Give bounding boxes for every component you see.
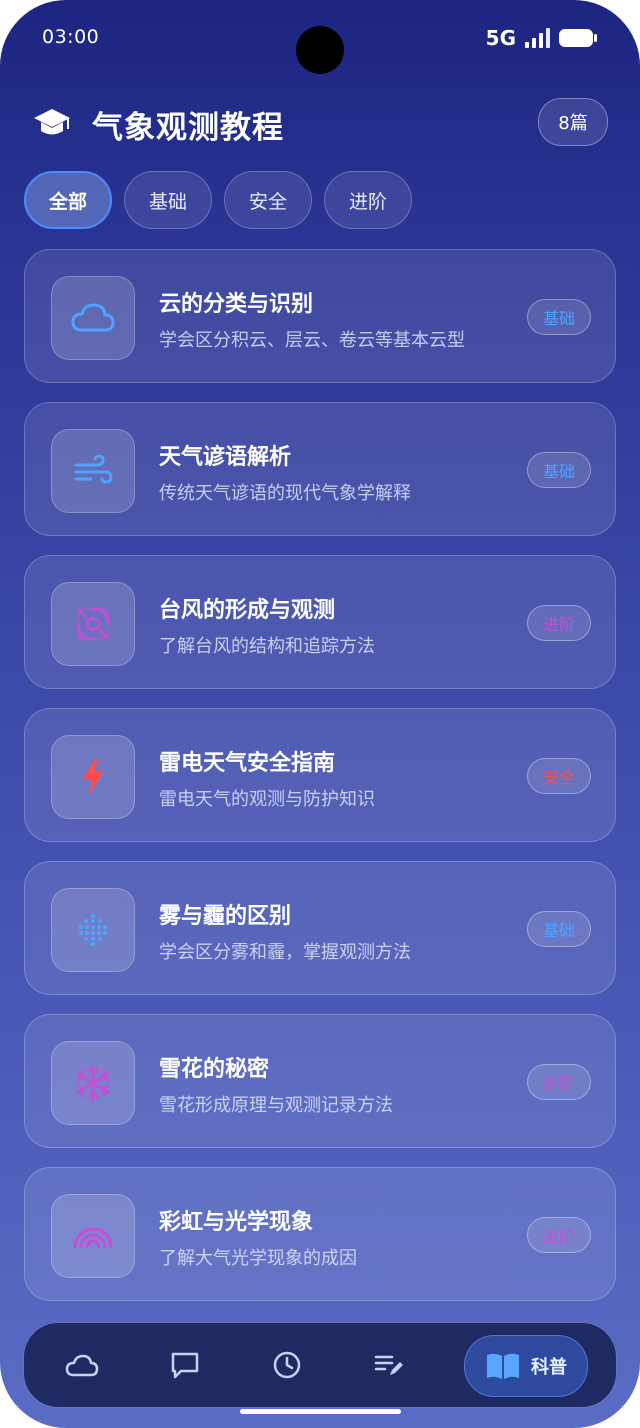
- status-time: 03:00: [42, 26, 100, 48]
- nav-weather[interactable]: [54, 1337, 110, 1393]
- article-subtitle: 学会区分雾和霾，掌握观测方法: [159, 942, 411, 963]
- clock-icon: [273, 1351, 301, 1379]
- filter-basic[interactable]: 基础: [124, 171, 212, 229]
- bottom-nav: 科普: [24, 1323, 616, 1407]
- article-count-badge: 8篇: [538, 98, 608, 146]
- article-tag: 基础: [527, 911, 591, 947]
- article-title: 雷电天气安全指南: [159, 751, 336, 776]
- cloud-icon: [71, 303, 115, 332]
- article-icon-box: [51, 1041, 135, 1125]
- rainbow-icon: [73, 1227, 113, 1249]
- filter-all[interactable]: 全部: [24, 171, 112, 229]
- graduation-cap-icon: [34, 109, 70, 135]
- article-subtitle: 了解大气光学现象的成因: [159, 1248, 357, 1269]
- signal-icon: [525, 28, 550, 48]
- article-icon-box: [51, 735, 135, 819]
- article-card[interactable]: 云的分类与识别 学会区分积云、层云、卷云等基本云型 基础: [24, 249, 616, 383]
- cloud-icon: [65, 1354, 99, 1377]
- article-card[interactable]: 雾与霾的区别 学会区分雾和霾，掌握观测方法 基础: [24, 861, 616, 995]
- article-subtitle: 雪花形成原理与观测记录方法: [159, 1095, 393, 1116]
- article-tag: 基础: [527, 299, 591, 335]
- page-title: 气象观测教程: [92, 110, 284, 146]
- article-tag: 基础: [527, 452, 591, 488]
- article-icon-box: [51, 276, 135, 360]
- article-icon-box: [51, 429, 135, 513]
- network-label: 5G: [485, 26, 516, 50]
- article-title: 彩虹与光学现象: [159, 1210, 314, 1235]
- article-subtitle: 雷电天气的观测与防护知识: [159, 789, 375, 810]
- edit-list-icon: [374, 1355, 403, 1375]
- article-tag: 进阶: [527, 1217, 591, 1253]
- filter-safety[interactable]: 安全: [224, 171, 312, 229]
- article-tag: 安全: [527, 758, 591, 794]
- article-card[interactable]: 天气谚语解析 传统天气谚语的现代气象学解释 基础: [24, 402, 616, 536]
- article-icon-box: [51, 888, 135, 972]
- app-screen: 03:00 5G 气象观测教程 8篇 全部 基础 安全 进阶 云的分类与识别 学…: [0, 0, 640, 1428]
- article-subtitle: 传统天气谚语的现代气象学解释: [159, 483, 411, 504]
- camera-notch: [296, 26, 344, 74]
- nav-history[interactable]: [259, 1337, 315, 1393]
- article-card[interactable]: 雪花的秘密 雪花形成原理与观测记录方法 进阶: [24, 1014, 616, 1148]
- article-title: 台风的形成与观测: [159, 598, 336, 623]
- article-tag: 进阶: [527, 605, 591, 641]
- wind-icon: [74, 455, 113, 484]
- lightning-icon: [83, 759, 103, 795]
- article-subtitle: 学会区分积云、层云、卷云等基本云型: [159, 330, 465, 351]
- fog-dots-icon: [79, 914, 107, 946]
- article-title: 云的分类与识别: [159, 292, 314, 317]
- home-indicator[interactable]: [240, 1409, 401, 1414]
- nav-chat[interactable]: [157, 1337, 213, 1393]
- nav-science[interactable]: 科普: [464, 1335, 588, 1397]
- article-subtitle: 了解台风的结构和追踪方法: [159, 636, 375, 657]
- filter-advanced[interactable]: 进阶: [324, 171, 412, 229]
- status-right: 5G: [486, 26, 598, 50]
- typhoon-icon: [76, 607, 110, 641]
- nav-notes[interactable]: [361, 1337, 417, 1393]
- chat-icon: [171, 1352, 199, 1379]
- article-title: 雪花的秘密: [159, 1057, 270, 1082]
- battery-icon: [559, 29, 597, 47]
- article-title: 天气谚语解析: [159, 445, 292, 470]
- article-card[interactable]: 台风的形成与观测 了解台风的结构和追踪方法 进阶: [24, 555, 616, 689]
- article-card[interactable]: 彩虹与光学现象 了解大气光学现象的成因 进阶: [24, 1167, 616, 1301]
- article-title: 雾与霾的区别: [159, 904, 292, 929]
- article-icon-box: [51, 582, 135, 666]
- article-icon-box: [51, 1194, 135, 1278]
- nav-science-label: 科普: [531, 1357, 567, 1378]
- book-icon: [487, 1353, 519, 1379]
- article-card[interactable]: 雷电天气安全指南 雷电天气的观测与防护知识 安全: [24, 708, 616, 842]
- snowflake-icon: [76, 1064, 110, 1102]
- filter-tabs: 全部 基础 安全 进阶: [24, 171, 412, 229]
- article-tag: 进阶: [527, 1064, 591, 1100]
- page-header: 气象观测教程 8篇: [32, 98, 608, 154]
